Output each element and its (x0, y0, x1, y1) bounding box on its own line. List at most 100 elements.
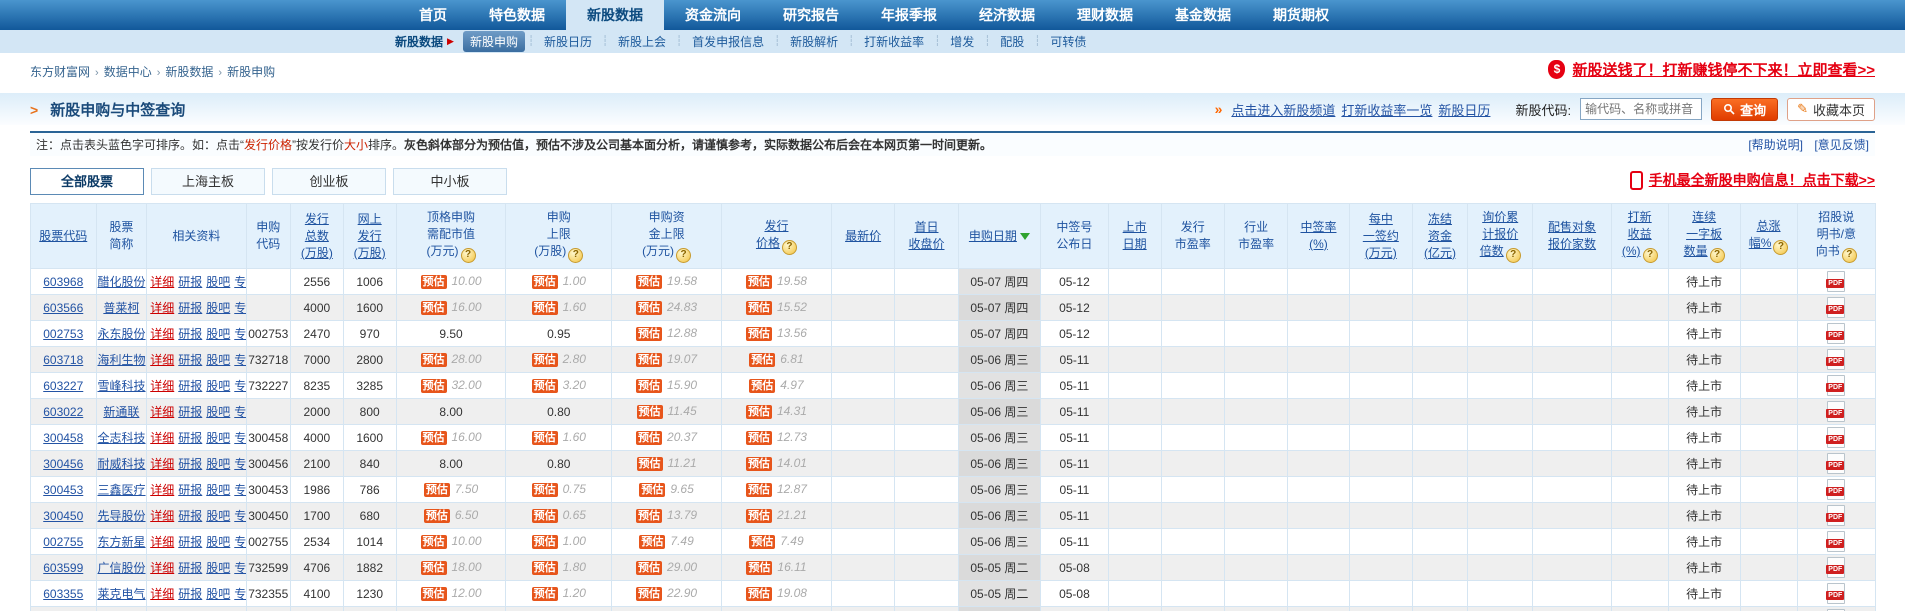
related-link-0[interactable]: 详细 (150, 431, 174, 445)
stock-name-link[interactable]: 东方新星 (98, 535, 146, 549)
related-link-3[interactable]: 专题 (234, 561, 245, 575)
stock-code-link[interactable]: 603599 (43, 561, 83, 575)
top-nav-item-2[interactable]: 新股数据 (566, 0, 664, 30)
col-buy-date[interactable]: 申购日期 (957, 203, 1042, 269)
tab-0[interactable]: 全部股票 (30, 168, 144, 195)
related-link-2[interactable]: 股吧 (206, 353, 230, 367)
stock-name-link[interactable]: 普莱柯 (103, 301, 139, 315)
related-link-3[interactable]: 专题 (234, 587, 245, 601)
related-link-1[interactable]: 研报 (178, 275, 202, 289)
stock-code-link[interactable]: 300450 (43, 509, 83, 523)
related-link-2[interactable]: 股吧 (206, 509, 230, 523)
col-ipo-gain[interactable]: 打新 收益 (%)? (1610, 203, 1669, 269)
related-link-0[interactable]: 详细 (150, 535, 174, 549)
pdf-icon[interactable]: PDF (1826, 531, 1846, 552)
stock-name-link[interactable]: 耐威科技 (98, 457, 146, 471)
related-link-1[interactable]: 研报 (178, 431, 202, 445)
top-nav-item-0[interactable]: 首页 (398, 0, 468, 30)
col-frozen-fund[interactable]: 冻结 资金 (亿元) (1412, 203, 1468, 269)
breadcrumb-item-2[interactable]: 新股数据 (165, 65, 213, 79)
stock-code-link[interactable]: 603355 (43, 587, 83, 601)
favorite-button[interactable]: ✎ 收藏本页 (1787, 97, 1875, 121)
stock-code-link[interactable]: 603968 (43, 275, 83, 289)
related-link-3[interactable]: 专题 (234, 353, 245, 367)
pdf-icon[interactable]: PDF (1826, 583, 1846, 604)
breadcrumb-item-1[interactable]: 数据中心 (104, 65, 152, 79)
related-link-1[interactable]: 研报 (178, 353, 202, 367)
related-link-3[interactable]: 专题 (234, 431, 245, 445)
pdf-icon[interactable]: PDF (1826, 323, 1846, 344)
col-per-sign-fund[interactable]: 每中 一签约 (万元) (1348, 203, 1414, 269)
related-link-0[interactable]: 详细 (150, 327, 174, 341)
help-icon[interactable]: ? (460, 248, 476, 263)
col-list-date[interactable]: 上市 日期 (1107, 203, 1162, 269)
related-link-1[interactable]: 研报 (178, 301, 202, 315)
tab-2[interactable]: 创业板 (272, 168, 386, 195)
stock-name-link[interactable]: 三鑫医疗 (98, 483, 146, 497)
help-icon[interactable]: ? (1709, 248, 1725, 263)
pdf-icon[interactable]: PDF (1826, 427, 1846, 448)
stock-code-link[interactable]: 603566 (43, 301, 83, 315)
top-nav-item-6[interactable]: 经济数据 (958, 0, 1056, 30)
help-icon[interactable]: ? (781, 239, 797, 255)
toolbar-link-0[interactable]: 点击进入新股频道 (1231, 103, 1335, 118)
stock-name-link[interactable]: 永东股份 (98, 327, 146, 341)
top-nav-item-9[interactable]: 期货期权 (1252, 0, 1350, 30)
stock-code-input[interactable] (1580, 98, 1703, 120)
stock-code-link[interactable]: 300458 (43, 431, 83, 445)
related-link-3[interactable]: 专题 (234, 483, 245, 497)
toolbar-link-1[interactable]: 打新收益率一览 (1341, 103, 1432, 118)
related-link-2[interactable]: 股吧 (206, 561, 230, 575)
help-icon[interactable]: ? (1505, 248, 1521, 263)
toolbar-link-2[interactable]: 新股日历 (1438, 103, 1490, 118)
stock-name-link[interactable]: 广信股份 (98, 561, 146, 575)
related-link-2[interactable]: 股吧 (206, 405, 230, 419)
col-online-issue[interactable]: 网上 发行 (万股) (342, 203, 397, 269)
stock-code-link[interactable]: 603022 (43, 405, 83, 419)
col-total-issue[interactable]: 发行 总数 (万股) (289, 203, 344, 269)
help-icon[interactable]: ? (676, 248, 692, 263)
pdf-icon[interactable]: PDF (1826, 505, 1846, 526)
stock-name-link[interactable]: 先导股份 (98, 509, 146, 523)
related-link-1[interactable]: 研报 (178, 327, 202, 341)
related-link-3[interactable]: 专题 (234, 275, 245, 289)
related-link-3[interactable]: 专题 (234, 379, 245, 393)
sub-nav-item-7[interactable]: 配股 (993, 31, 1031, 52)
feedback-link[interactable]: [意见反馈] (1814, 138, 1869, 152)
related-link-1[interactable]: 研报 (178, 483, 202, 497)
help-icon[interactable]: ? (1773, 239, 1789, 255)
col-first-day-close[interactable]: 首日 收盘价 (894, 203, 959, 269)
search-button[interactable]: 查询 (1711, 97, 1779, 121)
pdf-icon[interactable]: PDF (1826, 375, 1846, 396)
stock-code-link[interactable]: 002753 (43, 327, 83, 341)
col-allot-objects[interactable]: 配售对象 报价家数 (1532, 203, 1612, 269)
related-link-1[interactable]: 研报 (178, 561, 202, 575)
top-nav-item-3[interactable]: 资金流向 (664, 0, 762, 30)
col-stock-code[interactable]: 股票代码 (30, 203, 97, 269)
stock-code-link[interactable]: 300456 (43, 457, 83, 471)
sub-nav-item-1[interactable]: 新股日历 (537, 31, 599, 52)
sub-nav-item-0[interactable]: 新股申购 (462, 31, 525, 52)
stock-name-link[interactable]: 醋化股份 (98, 275, 146, 289)
stock-code-link[interactable]: 603718 (43, 353, 83, 367)
related-link-1[interactable]: 研报 (178, 379, 202, 393)
stock-name-link[interactable]: 海利生物 (98, 353, 146, 367)
stock-code-link[interactable]: 300453 (43, 483, 83, 497)
related-link-1[interactable]: 研报 (178, 587, 202, 601)
related-link-0[interactable]: 详细 (150, 301, 174, 315)
top-nav-item-8[interactable]: 基金数据 (1154, 0, 1252, 30)
related-link-2[interactable]: 股吧 (206, 379, 230, 393)
top-nav-item-4[interactable]: 研究报告 (762, 0, 860, 30)
help-link[interactable]: [帮助说明] (1748, 138, 1803, 152)
top-nav-item-7[interactable]: 理财数据 (1056, 0, 1154, 30)
related-link-3[interactable]: 专题 (234, 405, 245, 419)
related-link-1[interactable]: 研报 (178, 405, 202, 419)
related-link-3[interactable]: 专题 (234, 457, 245, 471)
related-link-0[interactable]: 详细 (150, 457, 174, 471)
related-link-3[interactable]: 专题 (234, 535, 245, 549)
col-win-rate[interactable]: 中签率 (%) (1287, 203, 1350, 269)
pdf-icon[interactable]: PDF (1826, 349, 1846, 370)
col-inquiry-multiple[interactable]: 询价累 计报价 倍数? (1466, 203, 1534, 269)
pdf-icon[interactable]: PDF (1826, 297, 1846, 318)
related-link-0[interactable]: 详细 (150, 587, 174, 601)
